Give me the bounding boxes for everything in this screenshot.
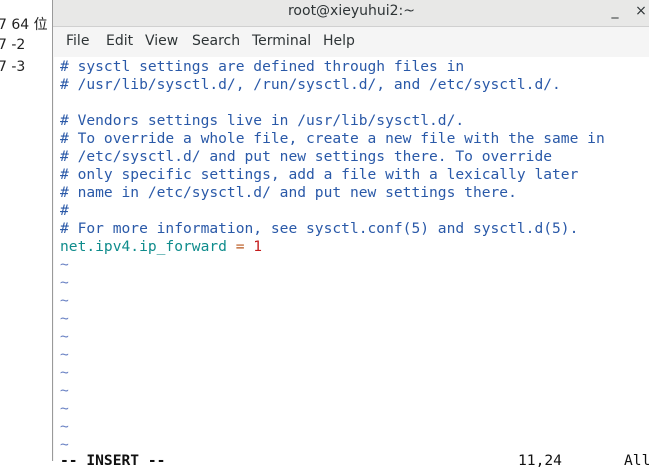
menu-search[interactable]: Search xyxy=(192,33,240,49)
editor-line: # Vendors settings live in /usr/lib/sysc… xyxy=(60,112,465,129)
setting-line: net.ipv4.ip_forward = 1 xyxy=(60,238,262,256)
editor-line: # /usr/lib/sysctl.d/, /run/sysctl.d/, an… xyxy=(60,76,561,93)
terminal-content[interactable]: # sysctl settings are defined through fi… xyxy=(54,57,649,469)
title-bar[interactable]: root@xieyuhui2:~ _ × xyxy=(53,0,649,27)
menu-help[interactable]: Help xyxy=(323,33,355,49)
menu-terminal[interactable]: Terminal xyxy=(252,33,311,49)
menu-bar: File Edit View Search Terminal Help xyxy=(53,29,649,55)
empty-line-tilde: ~ xyxy=(60,382,69,399)
empty-line-tilde: ~ xyxy=(60,418,69,435)
desktop-text-line-3: 7 -3 xyxy=(0,59,26,75)
menu-view[interactable]: View xyxy=(145,33,178,49)
empty-line-tilde: ~ xyxy=(60,328,69,345)
setting-value: 1 xyxy=(253,238,263,255)
empty-line-tilde: ~ xyxy=(60,400,69,417)
menu-file[interactable]: File xyxy=(66,33,89,49)
empty-line-tilde: ~ xyxy=(60,310,69,327)
empty-line-tilde: ~ xyxy=(60,292,69,309)
editor-line: # only specific settings, add a file wit… xyxy=(60,166,579,183)
editor-line: # xyxy=(60,202,69,219)
desktop-left-strip: 7 64 位 7 -2 7 -3 xyxy=(0,0,52,461)
scroll-position: All xyxy=(624,452,649,469)
terminal-window: root@xieyuhui2:~ _ × File Edit View Sear… xyxy=(52,0,649,469)
editor-line: # name in /etc/sysctl.d/ and put new set… xyxy=(60,184,517,201)
empty-line-tilde: ~ xyxy=(60,346,69,363)
empty-line-tilde: ~ xyxy=(60,256,69,273)
editor-line: # /etc/sysctl.d/ and put new settings th… xyxy=(60,148,553,165)
empty-line-tilde: ~ xyxy=(60,274,69,291)
editor-line: # For more information, see sysctl.conf(… xyxy=(60,220,579,237)
desktop-text-line-2: 7 -2 xyxy=(0,37,26,53)
desktop-text-line-1: 7 64 位 xyxy=(0,17,48,33)
window-title: root@xieyuhui2:~ xyxy=(287,3,415,19)
menu-edit[interactable]: Edit xyxy=(106,33,133,49)
setting-key: net.ipv4.ip_forward xyxy=(60,238,227,255)
setting-equals: = xyxy=(226,238,254,255)
empty-line-tilde: ~ xyxy=(60,364,69,381)
close-button[interactable]: × xyxy=(633,3,649,21)
editor-line: # To override a whole file, create a new… xyxy=(60,130,605,147)
cursor-position: 11,24 xyxy=(518,452,562,469)
vim-mode-indicator: -- INSERT -- xyxy=(60,452,166,469)
minimize-button[interactable]: _ xyxy=(607,3,623,21)
editor-line: # sysctl settings are defined through fi… xyxy=(60,58,465,75)
